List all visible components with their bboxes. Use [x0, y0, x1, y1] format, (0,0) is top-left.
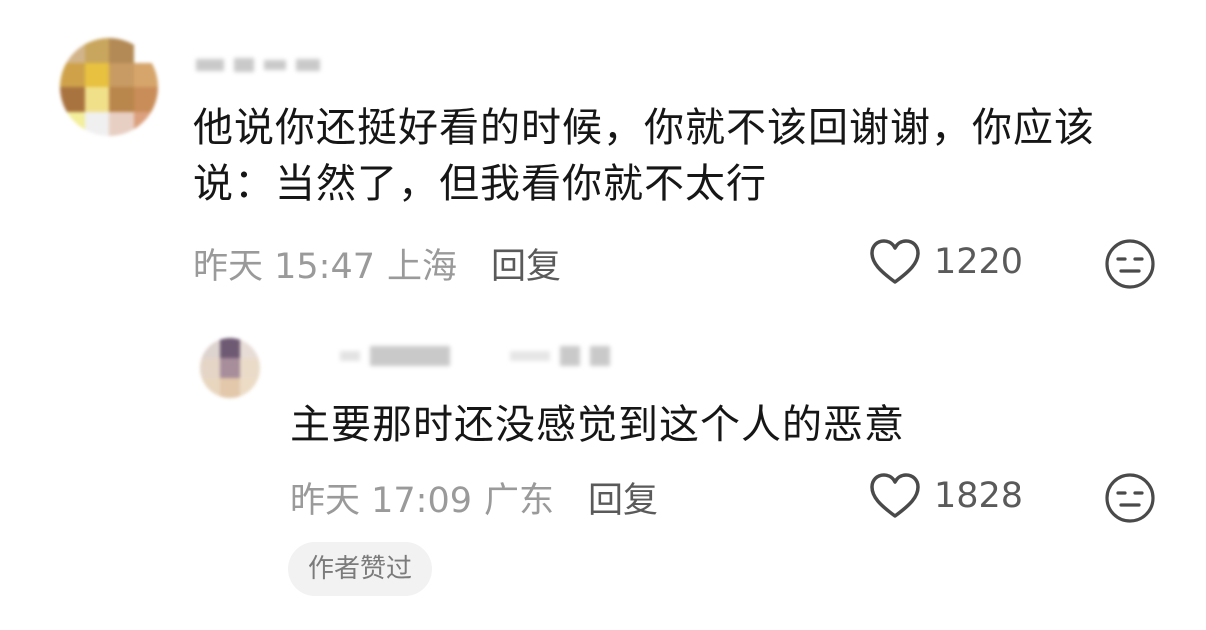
- like-count: 1828: [934, 476, 1024, 516]
- comment-meta: 昨天 15:47 上海 回复: [193, 238, 561, 289]
- avatar[interactable]: [60, 38, 158, 136]
- avatar[interactable]: [200, 338, 260, 398]
- comment-location: 上海: [387, 247, 458, 287]
- like-button[interactable]: 1220: [868, 237, 1023, 287]
- comment-text: 他说你还挺好看的时候，你就不该回谢谢，你应该说：当然了，但我看你就不太行: [193, 105, 1095, 207]
- comment-meta: 昨天 17:09 广东 回复: [290, 472, 658, 523]
- username-blurred[interactable]: [340, 346, 610, 366]
- like-button[interactable]: 1828: [868, 471, 1023, 521]
- reply-button[interactable]: 回复: [588, 472, 658, 523]
- author-liked-badge: 作者赞过: [288, 542, 433, 596]
- comment-time: 昨天 17:09: [290, 481, 472, 521]
- comment-time: 昨天 15:47: [193, 247, 375, 287]
- reply-button[interactable]: 回复: [491, 238, 561, 289]
- like-count: 1220: [934, 242, 1024, 282]
- comment-thread: 他说你还挺好看的时候，你就不该回谢谢，你应该说：当然了，但我看你就不太行 昨天 …: [0, 0, 1206, 630]
- heart-outline-icon: [870, 473, 920, 518]
- heart-outline-icon: [870, 239, 920, 284]
- comment-location: 广东: [484, 481, 555, 521]
- meh-face-icon[interactable]: [1104, 472, 1156, 524]
- meh-face-icon[interactable]: [1104, 238, 1156, 290]
- comment-text: 主要那时还没感觉到这个人的恶意: [290, 402, 905, 448]
- username-blurred[interactable]: [196, 58, 320, 72]
